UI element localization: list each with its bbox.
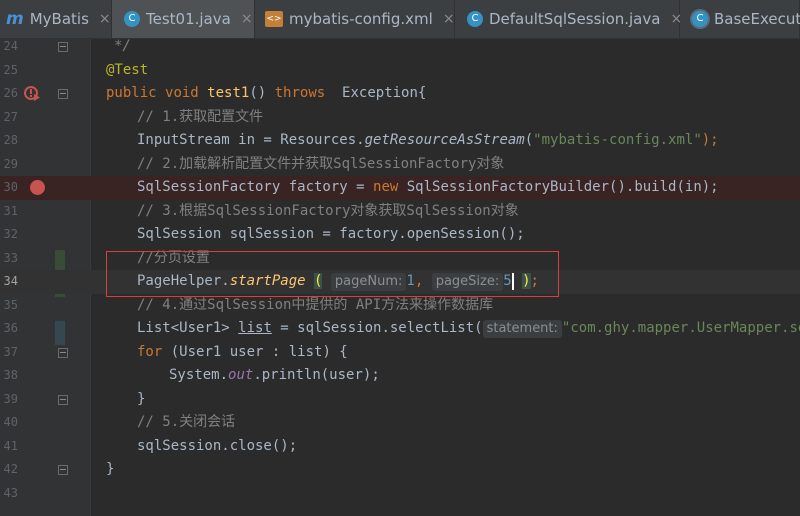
code-text: sqlSession.close(); (137, 437, 298, 454)
tab-label: BaseExecuto (714, 10, 800, 28)
code-line: 26 public void test1() throws Exception{ (0, 82, 800, 106)
line-number: 28 (3, 133, 18, 147)
line-number: 31 (3, 203, 18, 218)
tab-baseexecutor-java[interactable]: C BaseExecuto (680, 0, 800, 38)
line-number: 30 (3, 180, 18, 194)
line-number: 29 (3, 156, 18, 171)
close-icon[interactable]: × (443, 11, 455, 27)
code-line: 37 for (User1 user : list) { (0, 341, 800, 365)
code-text: public void test1() throws Exception{ (106, 85, 427, 101)
tab-label: DefaultSqlSession.java (489, 10, 661, 28)
breakpoint-icon[interactable] (30, 180, 45, 195)
code-text: } (106, 461, 115, 477)
line-number: 27 (3, 109, 18, 124)
code-line: 28 InputStream in = Resources.getResourc… (0, 129, 800, 153)
code-text: // 4.通过SqlSession中提供的 API方法来操作数据库 (137, 296, 494, 313)
code-text: for (User1 user : list) { (137, 343, 348, 360)
code-line: 35 // 4.通过SqlSession中提供的 API方法来操作数据库 (0, 294, 800, 318)
line-number: 37 (3, 344, 18, 359)
code-line: 30 SqlSessionFactory factory = new SqlSe… (0, 176, 800, 200)
java-class-icon: C (124, 11, 140, 27)
code-line: 38 System.out.println(user); (0, 364, 800, 388)
code-text: // 3.根据SqlSessionFactory对象获取SqlSession对象 (137, 202, 519, 219)
tab-mybatis[interactable]: m MyBatis × (0, 0, 112, 38)
line-number: 43 (3, 485, 18, 500)
fold-icon[interactable] (58, 42, 68, 52)
tab-label: mybatis-config.xml (289, 10, 433, 28)
line-number: 24 (3, 39, 18, 53)
code-line: 41 sqlSession.close(); (0, 435, 800, 459)
editor-tab-bar: m MyBatis × C Test01.java × <> mybatis-c… (0, 0, 800, 39)
line-number: 33 (3, 250, 18, 265)
code-text: */ (114, 38, 131, 54)
line-number: 32 (3, 227, 18, 241)
line-number: 26 (3, 86, 18, 100)
tab-defaultsqlsession-java[interactable]: C DefaultSqlSession.java × (455, 0, 682, 38)
tab-test01-java[interactable]: C Test01.java × (112, 0, 255, 38)
java-class-icon: C (692, 11, 708, 27)
line-number: 41 (3, 438, 18, 453)
java-class-icon: C (467, 11, 483, 27)
line-number: 42 (3, 462, 18, 476)
code-line: 40 // 5.关闭会话 (0, 411, 800, 435)
line-number: 36 (3, 321, 18, 335)
tab-mybatis-config-xml[interactable]: <> mybatis-config.xml × (255, 0, 455, 38)
code-text: // 1.获取配置文件 (137, 108, 264, 125)
fold-icon[interactable] (58, 394, 68, 405)
code-line: 36 List<User1> list = sqlSession.selectL… (0, 317, 800, 341)
code-line: 24 */ (0, 35, 800, 59)
code-text: SqlSessionFactory factory = new SqlSessi… (137, 179, 719, 195)
code-line: 25 @Test (0, 59, 800, 83)
fold-icon[interactable] (58, 89, 68, 99)
tab-label: Test01.java (146, 10, 231, 28)
line-number: 34 (3, 274, 18, 288)
code-editor[interactable]: 24 */ 25 @Test 26 public void test1() th… (0, 38, 800, 516)
code-line: 39 } (0, 388, 800, 412)
code-text: // 2.加载解析配置文件并获取SqlSessionFactory对象 (137, 155, 505, 172)
fold-icon[interactable] (58, 465, 68, 475)
code-text: SqlSession sqlSession = factory.openSess… (137, 226, 525, 242)
annotation-highlight-box (106, 251, 559, 297)
code-line: 43 (0, 482, 800, 506)
tab-label: MyBatis (29, 10, 89, 28)
line-number: 40 (3, 415, 18, 429)
code-text: List<User1> list = sqlSession.selectList… (137, 320, 800, 338)
param-hint: statement: (482, 320, 562, 338)
code-line: 31 // 3.根据SqlSessionFactory对象获取SqlSessio… (0, 200, 800, 224)
line-number: 38 (3, 368, 18, 382)
line-number: 39 (3, 391, 18, 406)
xml-file-icon: <> (265, 11, 283, 27)
code-text: InputStream in = Resources.getResourceAs… (137, 132, 719, 148)
code-line: 29 // 2.加载解析配置文件并获取SqlSessionFactory对象 (0, 153, 800, 177)
code-line: 42 } (0, 458, 800, 482)
close-icon[interactable]: × (99, 11, 111, 27)
run-test-error-icon[interactable] (24, 85, 40, 101)
code-text: } (137, 390, 146, 407)
close-icon[interactable]: × (241, 11, 253, 27)
code-line: 32 SqlSession sqlSession = factory.openS… (0, 223, 800, 247)
line-number: 35 (3, 297, 18, 312)
code-text: @Test (106, 61, 149, 78)
maven-m-icon: m (6, 9, 24, 29)
fold-icon[interactable] (58, 347, 68, 358)
code-text: // 5.关闭会话 (137, 414, 236, 430)
line-number: 25 (3, 62, 18, 77)
code-text: System.out.println(user); (169, 367, 380, 383)
code-line: 27 // 1.获取配置文件 (0, 106, 800, 130)
